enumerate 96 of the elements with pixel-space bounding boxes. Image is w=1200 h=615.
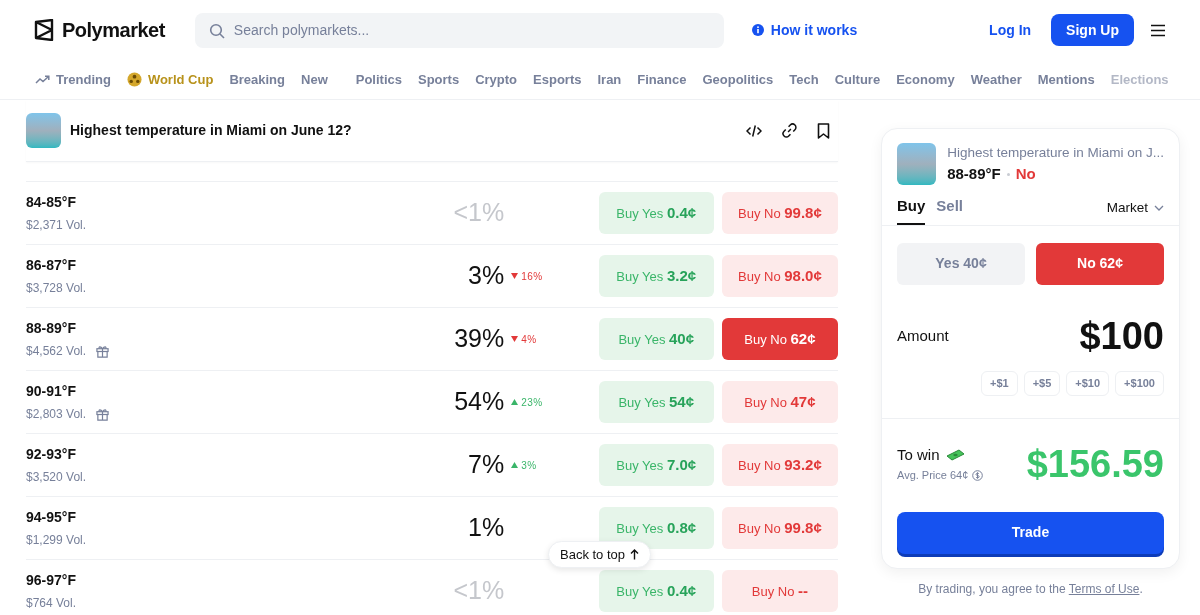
photo-placeholder	[26, 113, 61, 148]
chance-percent: <1%	[452, 197, 505, 229]
outcome-range: 86-87°F	[26, 256, 77, 275]
volume-text: $764 Vol.	[26, 595, 77, 612]
volume-text: $3,520 Vol.	[26, 469, 87, 486]
embed-code-icon[interactable]	[746, 123, 762, 138]
outcome-button[interactable]: Yes 40¢	[897, 242, 1025, 285]
outcome-range: 88-89°F	[947, 164, 1001, 185]
buy-yes-button[interactable]: Buy Yes 3.2¢	[598, 255, 714, 297]
logo-icon	[34, 19, 54, 41]
nav-link[interactable]: Tech	[789, 69, 819, 90]
chance-percent: 7%	[467, 449, 505, 481]
amount-field[interactable]: $100	[1014, 314, 1164, 358]
chevron-down-icon	[1154, 204, 1164, 211]
outcome-button[interactable]: No 62¢	[1036, 242, 1164, 285]
nav-link[interactable]: Weather	[970, 69, 1022, 90]
side-tab[interactable]: Buy	[897, 195, 926, 225]
to-win-label: To win	[897, 444, 940, 465]
nav-link[interactable]: World Cup	[126, 69, 214, 90]
buy-yes-button[interactable]: Buy Yes 0.8¢	[598, 507, 714, 549]
nav-link[interactable]: Mentions	[1037, 69, 1095, 90]
nav-link[interactable]: Culture	[834, 69, 881, 90]
photo-placeholder	[897, 143, 937, 186]
how-it-works-link[interactable]: How it works	[751, 19, 858, 41]
outcome-range: 92-93°F	[26, 445, 77, 464]
outcome-range: 90-91°F	[26, 382, 77, 401]
disclaimer-text: By trading, you agree to the Terms of Use.	[917, 580, 1144, 598]
side-tab[interactable]: Sell	[936, 195, 964, 225]
chance-percent: 3%	[467, 260, 505, 292]
menu-icon[interactable]	[1150, 23, 1166, 37]
quick-amount-button[interactable]: +$1	[980, 370, 1018, 396]
order-type-dropdown[interactable]: Market	[1106, 197, 1164, 225]
change-indicator: 23%	[511, 394, 543, 410]
market-title: Highest temperature in Miami on June 12?	[70, 121, 352, 140]
search-field[interactable]: Search polymarkets...	[194, 12, 724, 48]
nav-link[interactable]: Crypto	[475, 69, 518, 90]
sign-up-button[interactable]: Sign Up	[1051, 14, 1134, 46]
nav-link[interactable]: Iran	[597, 69, 622, 90]
arrow-up-icon	[630, 549, 640, 560]
volume-text: $2,803 Vol.	[26, 406, 87, 423]
info-icon	[751, 24, 764, 36]
nav-link[interactable]: Esports	[533, 69, 582, 90]
nav-link[interactable]: Breaking	[229, 69, 285, 90]
buy-no-button[interactable]: Buy No 93.2¢	[721, 444, 838, 486]
nav-link[interactable]: Finance	[637, 69, 687, 90]
trade-button[interactable]: Trade	[897, 511, 1164, 554]
buy-no-button[interactable]: Buy No 62¢	[721, 318, 838, 360]
buy-yes-button[interactable]: Buy Yes 0.4¢	[598, 192, 714, 234]
outcome-range: 94-95°F	[26, 508, 77, 527]
dollar-coin-icon	[972, 470, 984, 481]
amount-label: Amount	[897, 326, 949, 346]
chance-percent: 1%	[467, 512, 505, 544]
buy-yes-button[interactable]: Buy Yes 0.4¢	[598, 570, 714, 612]
outcome-range: 96-97°F	[26, 571, 77, 590]
outcome-range: 88-89°F	[26, 319, 77, 338]
buy-no-button[interactable]: Buy No 47¢	[721, 381, 838, 423]
volume-text: $3,728 Vol.	[26, 280, 87, 297]
avg-price-text: Avg. Price 64¢	[897, 468, 969, 484]
nav-link[interactable]: Politics	[355, 69, 402, 90]
volume-text: $1,299 Vol.	[26, 532, 87, 549]
log-in-link[interactable]: Log In	[989, 19, 1032, 41]
change-indicator: 4%	[511, 331, 537, 347]
buy-yes-button[interactable]: Buy Yes 40¢	[598, 318, 714, 360]
buy-yes-button[interactable]: Buy Yes 54¢	[598, 381, 714, 423]
nav-link[interactable]: Sports	[418, 69, 460, 90]
nav-link[interactable]: New	[301, 69, 328, 90]
back-to-top-button[interactable]: Back to top	[548, 541, 652, 568]
buy-no-button[interactable]: Buy No --	[721, 570, 838, 612]
nav-link[interactable]: Economy	[896, 69, 955, 90]
trending-icon	[35, 75, 50, 84]
buy-no-button[interactable]: Buy No 99.8¢	[721, 192, 838, 234]
nav-link[interactable]: Trending	[35, 69, 111, 90]
nav-link[interactable]: Elections	[1110, 69, 1169, 90]
chance-percent: 54%	[453, 386, 505, 418]
outcome-side: No	[1015, 164, 1036, 185]
buy-no-button[interactable]: Buy No 99.8¢	[721, 507, 838, 549]
outcome-range: 84-85°F	[26, 193, 77, 212]
quick-amount-button[interactable]: +$100	[1115, 370, 1164, 396]
nav-link[interactable]: Geopolitics	[702, 69, 774, 90]
soccer-ball-icon	[126, 72, 142, 87]
bookmark-icon[interactable]	[817, 122, 830, 139]
buy-no-button[interactable]: Buy No 98.0¢	[721, 255, 838, 297]
payout-amount: $156.59	[1026, 444, 1164, 483]
market-title: Highest temperature in Miami on J...	[947, 144, 1164, 162]
quick-amount-button[interactable]: +$5	[1023, 370, 1061, 396]
chance-percent: <1%	[452, 575, 505, 607]
change-indicator: 16%	[511, 268, 543, 284]
link-icon[interactable]	[782, 123, 797, 138]
buy-yes-button[interactable]: Buy Yes 7.0¢	[598, 444, 714, 486]
volume-text: $4,562 Vol.	[26, 343, 87, 360]
money-icon	[945, 449, 965, 461]
change-indicator: 3%	[511, 457, 537, 473]
chance-percent: 39%	[453, 323, 505, 355]
quick-amount-button[interactable]: +$10	[1066, 370, 1110, 396]
logo-text[interactable]: Polymarket	[62, 15, 165, 45]
volume-text: $2,371 Vol.	[26, 217, 87, 234]
